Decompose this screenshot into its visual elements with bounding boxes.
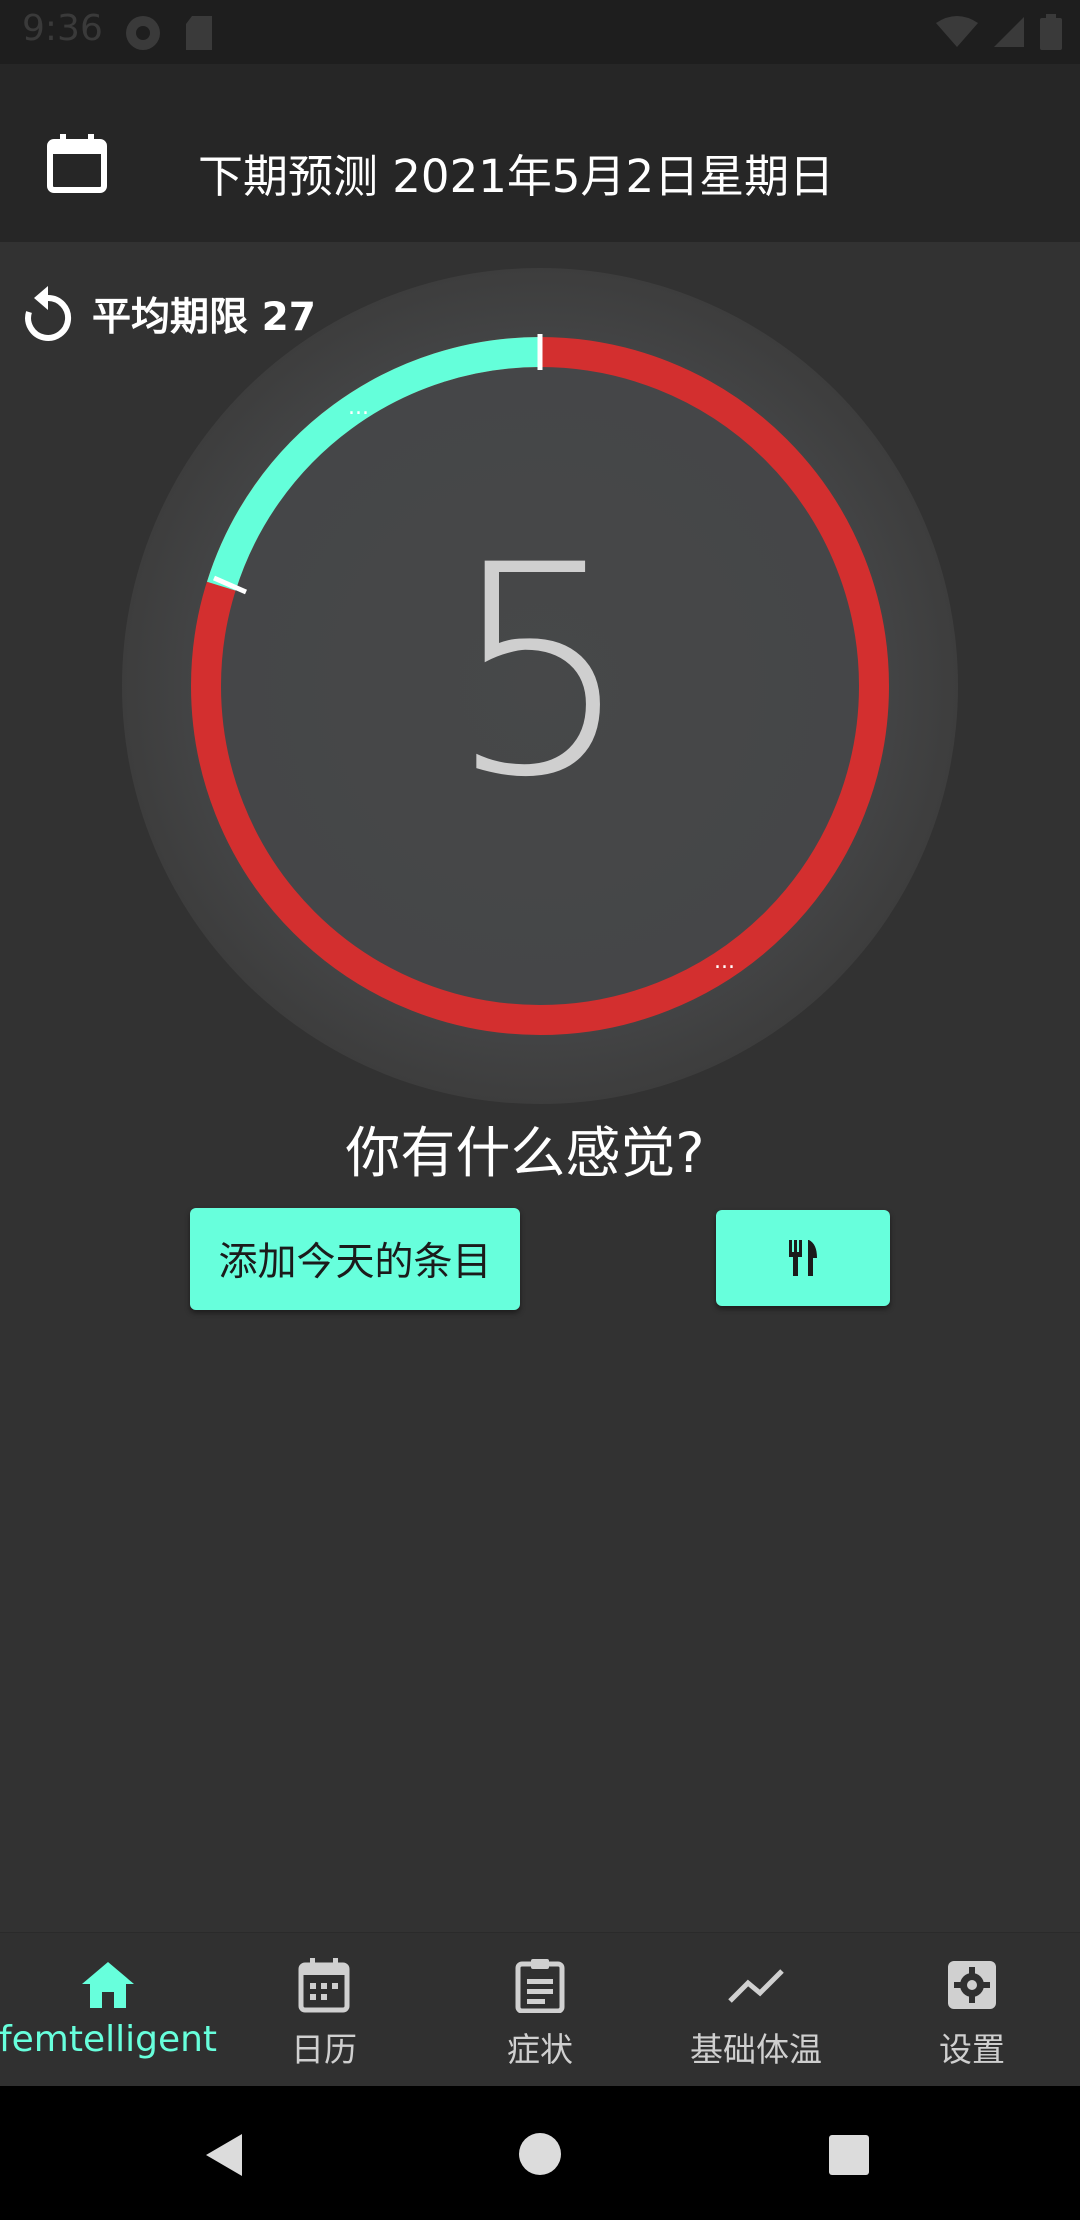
ring-dots-red: ... [714, 949, 735, 974]
system-navigation-bar [0, 2086, 1080, 2220]
bottom-navigation: femtelligent 日历 症状 基础体温 设置 [0, 1932, 1080, 2087]
add-today-entry-button[interactable]: 添加今天的条目 [190, 1208, 520, 1310]
fork-knife-icon [789, 1240, 817, 1276]
battery-icon [1040, 14, 1062, 50]
app-toolbar: 下期预测 2021年5月2日星期日 [0, 64, 1080, 242]
circle-app-icon [126, 16, 160, 50]
clipboard-icon [515, 1959, 565, 2013]
nav-label-home: femtelligent [0, 2019, 218, 2060]
nav-label-symptoms: 症状 [507, 2030, 573, 2069]
nav-label-bbt: 基础体温 [690, 2030, 822, 2069]
average-cycle-info: 平均期限 27 [22, 286, 316, 342]
feeling-question: 你有什么感觉? [345, 1121, 705, 1185]
settings-icon [948, 1961, 996, 2009]
calendar-icon[interactable] [46, 132, 108, 194]
nav-label-settings: 设置 [939, 2030, 1005, 2069]
signal-icon [994, 17, 1024, 47]
home-icon[interactable] [518, 2132, 562, 2176]
ring-dots-teal: ... [348, 395, 369, 420]
next-period-prediction: 下期预测 2021年5月2日星期日 [198, 150, 835, 203]
nav-item-settings[interactable]: 设置 [864, 1933, 1080, 2087]
status-time: 9:36 [22, 8, 103, 49]
nav-item-calendar[interactable]: 日历 [216, 1933, 432, 2087]
home-icon [82, 1962, 134, 2008]
wifi-icon [936, 16, 978, 47]
average-cycle-label: 平均期限 27 [92, 295, 316, 340]
refresh-icon [25, 286, 72, 341]
recents-icon[interactable] [828, 2134, 870, 2176]
nav-item-home[interactable]: femtelligent [0, 1933, 218, 2087]
back-icon[interactable] [204, 2132, 244, 2178]
cycle-day-number: 5 [447, 504, 633, 841]
food-button[interactable] [716, 1210, 890, 1306]
calendar-icon [298, 1958, 350, 2013]
status-bar: 9:36 [0, 0, 1080, 64]
nav-item-symptoms[interactable]: 症状 [432, 1933, 648, 2087]
trend-icon [728, 1969, 784, 2003]
sd-card-icon [186, 16, 212, 50]
nav-label-calendar: 日历 [291, 2030, 357, 2069]
nav-item-bbt[interactable]: 基础体温 [648, 1933, 864, 2087]
